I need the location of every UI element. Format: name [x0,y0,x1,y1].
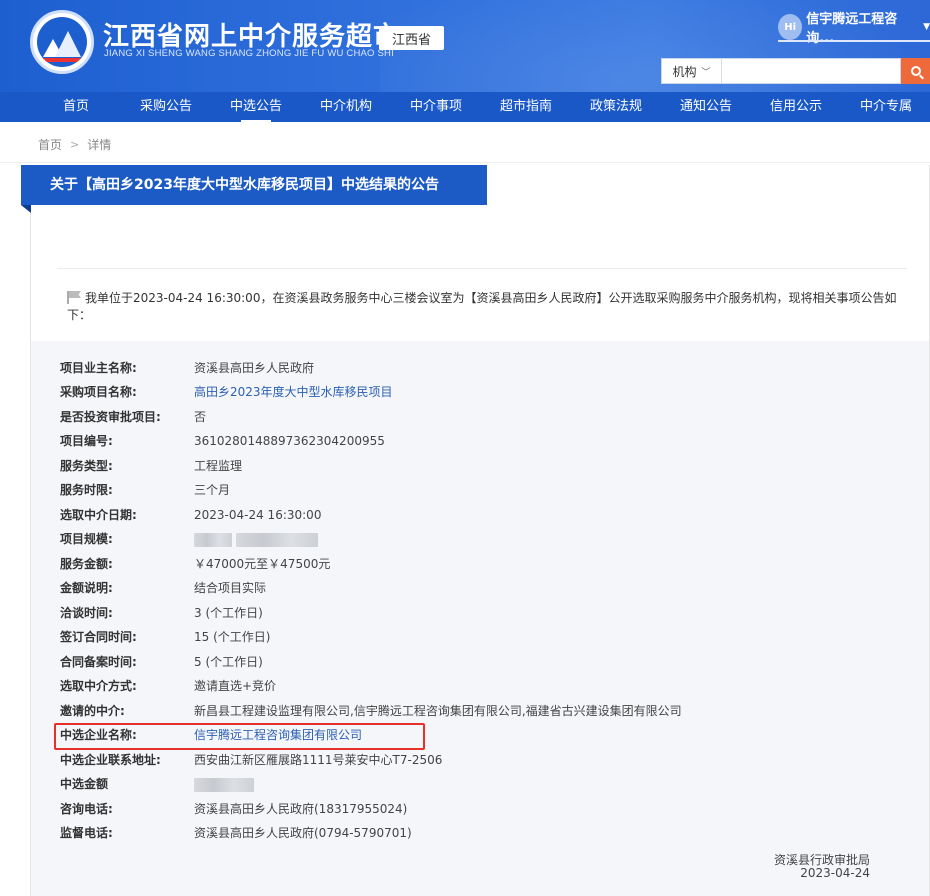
user-underline [778,40,930,42]
breadcrumb-home[interactable]: 首页 [38,136,62,153]
nav-item-procurement[interactable]: 采购公告 [134,92,198,122]
detail-row: 是否投资审批项目: 否 [60,410,207,424]
nav-item-matters[interactable]: 中介事项 [404,92,468,122]
detail-row: 项目编号: 361028014889736230420095​5 [60,434,385,448]
redacted-block [194,532,232,547]
nav-item-notices[interactable]: 通知公告 [674,92,738,122]
chevron-down-icon: ﹀ [701,67,711,78]
nav-item-policy[interactable]: 政策法规 [584,92,648,122]
detail-row: 选取中介方式: 邀请直选+竞价 [60,679,277,693]
chevron-right-icon: > [70,138,80,151]
notice-title: 关于【高田乡2023年度大中型水库移民项目】中选结果的公告 [21,165,487,205]
nav-item-guide[interactable]: 超市指南 [494,92,558,122]
detail-row: 合同备案时间: 5 (个工作日) [60,655,263,669]
caret-down-icon: ▼ [923,22,930,32]
detail-row: 项目规模: [60,529,322,549]
title-fold-decoration [21,205,31,213]
detail-row: 邀请的中介: 新昌县工程建设监理有限公司,信宇腾远工程咨询集团有限公司,福建省古兴… [60,704,682,718]
detail-row: 签订合同时间: 15 (个工作日) [60,630,271,644]
detail-row: 选取中介日期: 2023-04-24 16:30:00 [60,508,322,522]
breadcrumb: 首页 > 详情 [38,136,111,153]
detail-row: 咨询电话: 资溪县高田乡人民政府(18317955024) [60,802,408,816]
notice-intro: 我单位于2023-04-24 16:30:00，在资溪县政务服务中心三楼会议室为… [67,291,897,322]
detail-row: 金额说明: 结合项目实际 [60,581,267,595]
nav-item-agencies[interactable]: 中介机构 [314,92,378,122]
main-nav: 首页 采购公告 中选公告 中介机构 中介事项 超市指南 政策法规 通知公告 信用… [0,92,930,122]
divider [57,268,907,269]
search-category-select[interactable]: 机构 ﹀ [662,59,722,83]
detail-row: 服务类型: 工程监理 [60,459,243,473]
site-logo[interactable] [30,10,94,74]
detail-row: 采购项目名称: 高田乡2023年度大中型水库移民项目 [60,382,393,402]
detail-row: 中选企业联系地址: 西安曲江新区雁展路1111号莱安中心T7-2506 [60,753,443,767]
detail-row: 服务时限: 三个月 [60,483,231,497]
redacted-block [194,777,254,792]
breadcrumb-current: 详情 [87,138,112,152]
signature-date: 2023-04-24 [800,866,870,880]
redacted-block [236,532,318,547]
logo-emblem-icon [37,17,87,67]
nav-item-exclusive[interactable]: 中介专属 [854,92,918,122]
detail-row: 监督电话: 资溪县高田乡人民政府(0794-5790701) [60,826,412,840]
nav-item-home[interactable]: 首页 [44,92,108,122]
divider [0,162,930,163]
avatar: Hi [778,14,803,40]
detail-row: 服务金额: ￥47000元至￥47500元 [60,557,331,571]
project-link[interactable]: 高田乡2023年度大中型水库移民项目 [194,382,393,402]
region-selector[interactable]: 江西省 [379,26,444,50]
search-icon [910,66,921,76]
highlight-annotation [54,723,425,750]
detail-row: 项目业主名称: 资溪县高田乡人民政府 [60,361,315,375]
detail-row: 洽谈时间: 3 (个工作日) [60,606,263,620]
site-header: 江西省网上中介服务超市 JIANG XI SHENG WANG SHANG ZH… [0,0,930,92]
site-subtitle: JIANG XI SHENG WANG SHANG ZHONG JIE FU W… [104,48,394,59]
detail-row: 中选金额 [60,774,258,794]
search-bar: 机构 ﹀ [661,58,901,84]
nav-item-selection[interactable]: 中选公告 [224,92,288,122]
nav-item-credit[interactable]: 信用公示 [764,92,828,122]
flag-icon [67,291,81,304]
search-input[interactable] [722,59,900,83]
search-button[interactable] [901,58,930,84]
